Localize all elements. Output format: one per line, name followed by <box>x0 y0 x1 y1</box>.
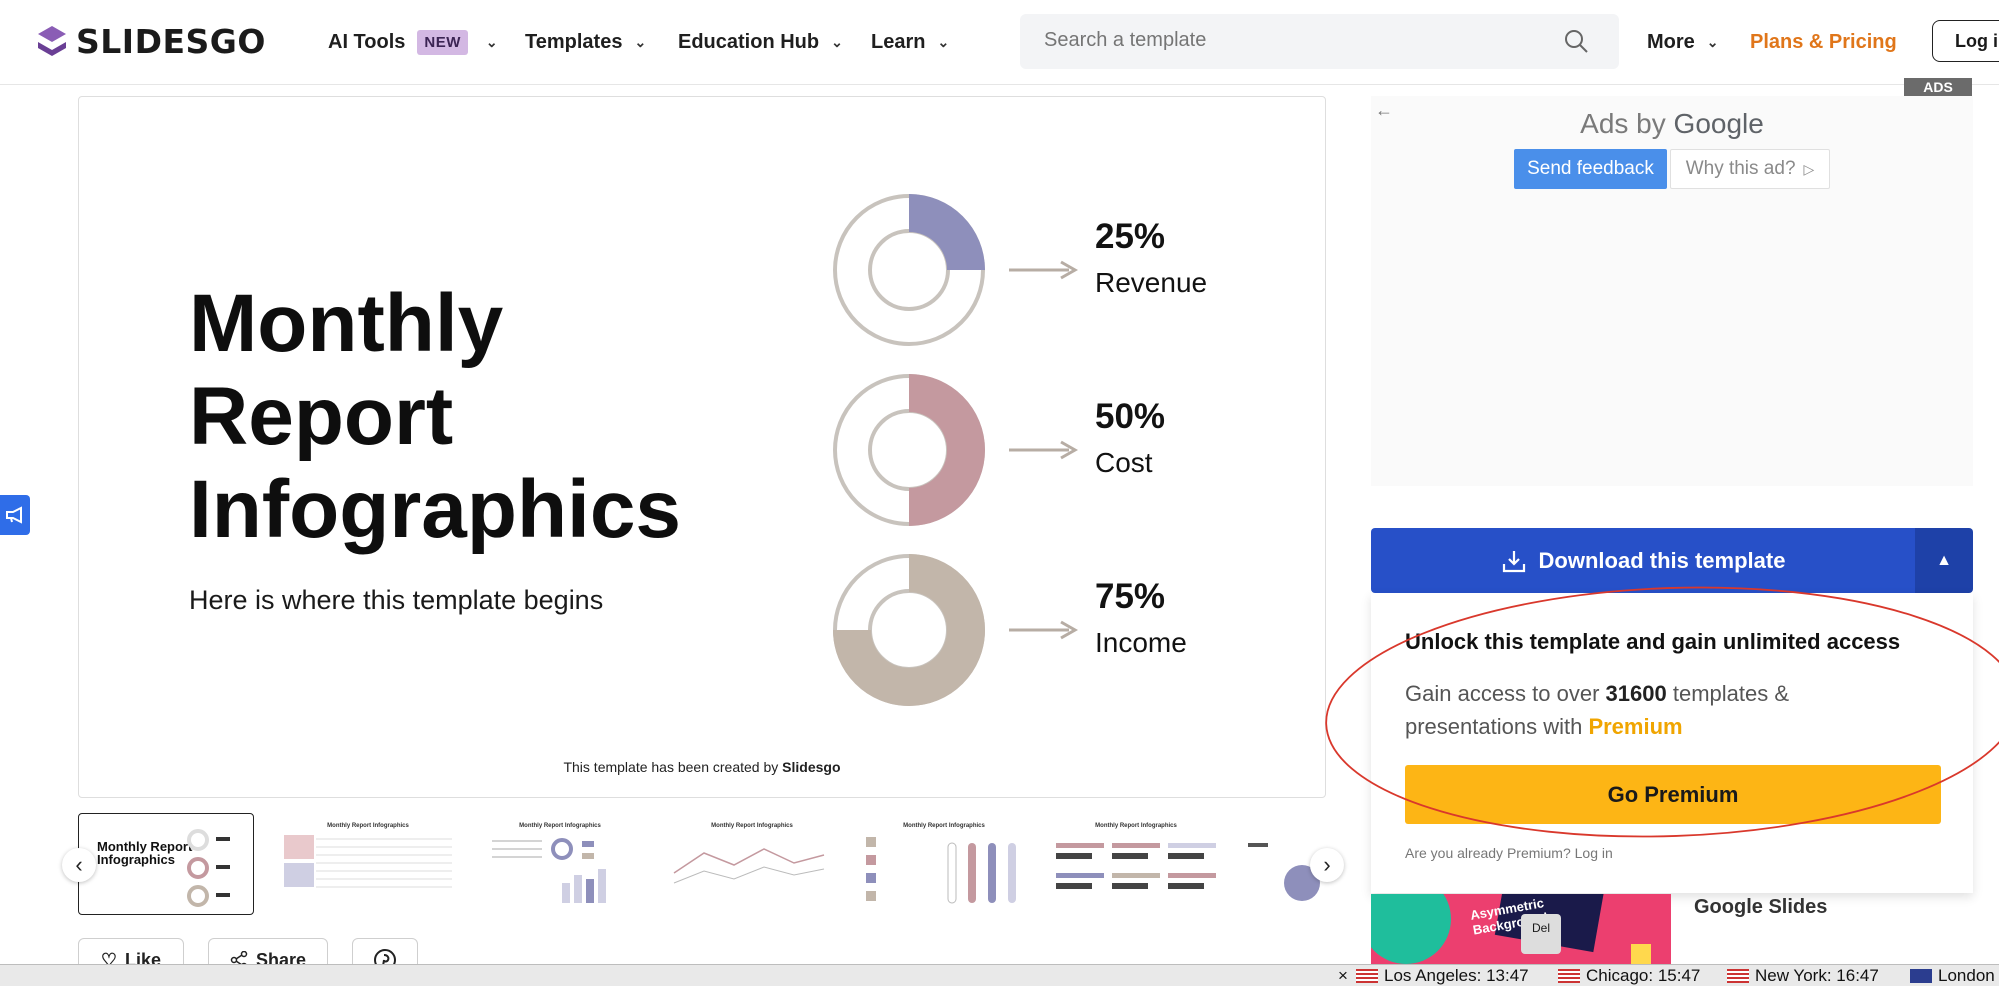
chevron-down-icon: ⌄ <box>1706 33 1719 50</box>
chevron-left-icon: ‹ <box>75 852 83 877</box>
clock-los-angeles: Los Angeles: 13:47 <box>1356 966 1529 986</box>
thumbnail-slide-5[interactable]: Monthly Report Infographics <box>856 813 1032 915</box>
feedback-tab[interactable] <box>0 495 30 535</box>
nav-more[interactable]: More ⌄ <box>1647 0 1719 84</box>
slide-footer-brand: Slidesgo <box>782 759 841 775</box>
send-feedback-button[interactable]: Send feedback <box>1514 149 1667 189</box>
us-flag-icon <box>1356 969 1378 983</box>
nav-learn-label: Learn <box>871 30 926 53</box>
nav-templates[interactable]: Templates ⌄ <box>525 0 646 84</box>
carousel-prev-button[interactable]: ‹ <box>62 848 96 882</box>
metric-value: 75% <box>1095 577 1166 616</box>
metric-value: 25% <box>1095 217 1166 256</box>
search-icon[interactable] <box>1563 28 1589 54</box>
search-box <box>1020 14 1619 69</box>
clock-city: New York <box>1755 966 1827 985</box>
slidesgo-logo-icon <box>38 25 66 56</box>
slide-footer: This template has been created by Slides… <box>79 759 1325 775</box>
metric-revenue: 25% Revenue <box>1095 217 1207 299</box>
clock-london: London <box>1910 966 1995 986</box>
nav-plans-pricing[interactable]: Plans & Pricing <box>1750 0 1897 84</box>
chevron-down-icon: ⌄ <box>485 33 498 50</box>
metric-income: 75% Income <box>1095 577 1187 659</box>
metric-value: 50% <box>1095 397 1166 436</box>
thumbnail-sliders <box>492 838 606 903</box>
ads-by-google: Ads by Google <box>1371 108 1973 140</box>
google-slides-label: Google Slides <box>1694 896 1828 918</box>
donut-segment <box>909 374 985 526</box>
chevron-down-icon: ⌄ <box>634 33 647 50</box>
thumbnail-slide-1[interactable]: Monthly Report Infographics <box>78 813 254 915</box>
slide-preview[interactable]: Monthly Report Infographics Here is wher… <box>78 96 1326 798</box>
google-wordmark: Google <box>1673 108 1764 139</box>
thumbnail-donuts <box>187 829 230 907</box>
world-clock-bar: × Los Angeles: 13:47 Chicago: 15:47 New … <box>0 964 1999 986</box>
clock-new-york: New York: 16:47 <box>1727 966 1879 986</box>
metric-label: Revenue <box>1095 267 1208 298</box>
metric-label: Income <box>1095 627 1187 658</box>
thumbnail-bars <box>866 837 1016 904</box>
nav-more-label: More <box>1647 30 1695 53</box>
thumbnail-stats <box>1056 843 1216 889</box>
thumbnail-slide-6[interactable]: Monthly Report Infographics <box>1048 813 1224 915</box>
thumbnail-slide-3[interactable]: Monthly Report Infographics <box>472 813 648 915</box>
chevron-down-icon: ⌄ <box>937 33 950 50</box>
logo-text: SLIDESGO <box>76 22 266 61</box>
nav-education-hub[interactable]: Education Hub ⌄ <box>678 0 843 84</box>
clock-time: 16:47 <box>1836 966 1879 985</box>
top-header: SLIDESGO AI Tools NEW ⌄ Templates ⌄ Educ… <box>0 0 1999 85</box>
chevron-down-icon: ⌄ <box>831 33 843 50</box>
thumbnail-table <box>284 835 452 888</box>
related-template-thumbnail[interactable]: Asymmetric Background Del <box>1371 894 1671 964</box>
ads-by-label: Ads by <box>1580 108 1674 139</box>
donut-segment <box>909 194 985 270</box>
clock-chicago: Chicago: 15:47 <box>1558 966 1700 986</box>
new-badge: NEW <box>417 29 468 55</box>
nav-ai-tools-label: AI Tools <box>328 30 406 53</box>
keyboard-key: Del <box>1521 914 1561 954</box>
caret-up-icon: ▲ <box>1936 551 1952 569</box>
clock-city: Chicago <box>1586 966 1649 985</box>
megaphone-icon <box>6 506 22 524</box>
play-outline-icon: ▷ <box>1803 160 1815 177</box>
nav-education-hub-label: Education Hub <box>678 30 820 53</box>
red-annotation-ellipse <box>1325 586 1999 838</box>
thumbnail-slide-2[interactable]: Monthly Report Infographics <box>280 813 456 915</box>
login-button[interactable]: Log in <box>1932 20 1999 62</box>
clock-city: London <box>1938 966 1995 985</box>
search-input[interactable] <box>1042 28 1526 53</box>
metric-label: Cost <box>1095 447 1153 478</box>
why-this-ad-label: Why this ad? <box>1685 158 1796 179</box>
thumbnail-line-chart <box>673 848 825 884</box>
ads-tag: ADS <box>1904 78 1972 96</box>
why-this-ad-button[interactable]: Why this ad? ▷ <box>1670 149 1830 189</box>
slide-footer-text: This template has been created by <box>563 759 783 775</box>
nav-ai-tools[interactable]: AI Tools NEW ⌄ <box>328 0 498 84</box>
us-flag-icon <box>1727 969 1749 983</box>
clock-close-icon[interactable]: × <box>1338 966 1348 986</box>
clock-city: Los Angeles <box>1384 966 1477 985</box>
clock-time: 13:47 <box>1486 966 1529 985</box>
thumbnail-slide-4[interactable]: Monthly Report Infographics <box>664 813 840 915</box>
uk-flag-icon <box>1910 969 1932 983</box>
us-flag-icon <box>1558 969 1580 983</box>
nav-templates-label: Templates <box>525 30 623 53</box>
metric-cost: 50% Cost <box>1095 397 1165 479</box>
clock-time: 15:47 <box>1657 966 1701 985</box>
slidesgo-logo[interactable]: SLIDESGO <box>34 22 266 61</box>
nav-learn[interactable]: Learn ⌄ <box>871 0 949 84</box>
